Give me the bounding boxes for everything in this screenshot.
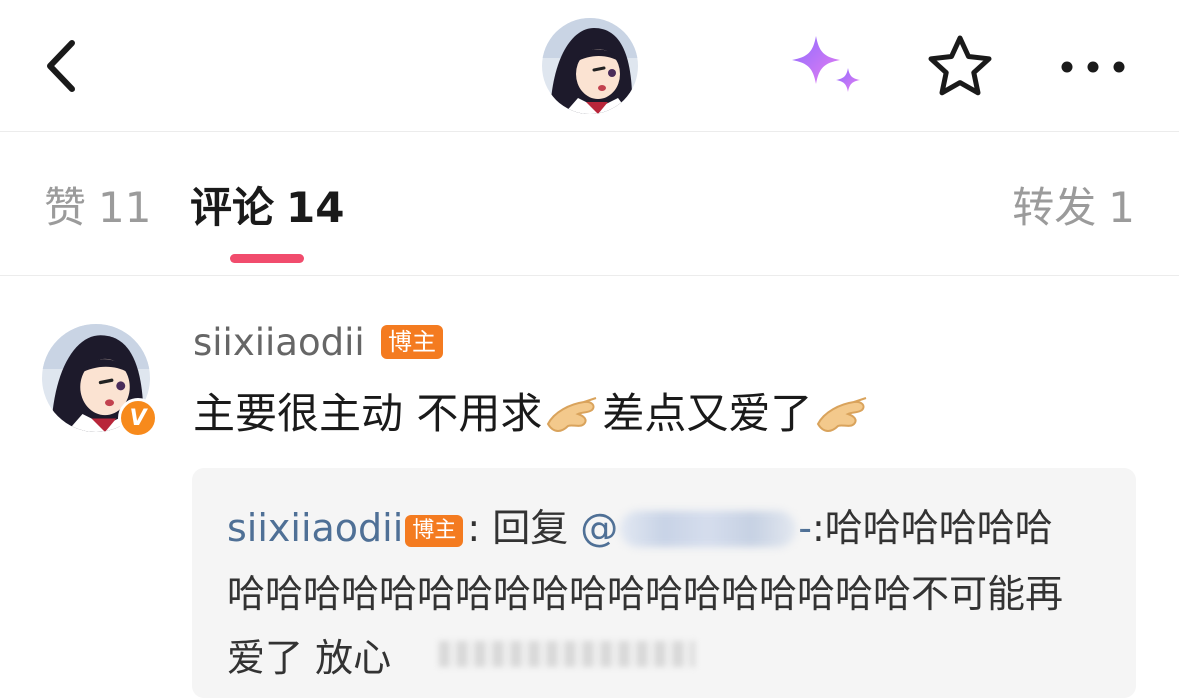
interaction-tabs: 赞 11 评论 14 转发 1 xyxy=(0,132,1179,276)
reply-username[interactable]: siixiiaodii xyxy=(227,506,403,550)
tab-reposts-count: 1 xyxy=(1108,183,1135,232)
anime-avatar-image xyxy=(542,18,638,114)
pinching-hand-icon xyxy=(814,394,870,454)
tab-reposts[interactable]: 转发 1 xyxy=(1012,180,1135,236)
tab-likes-label: 赞 xyxy=(44,183,87,232)
reply-text-line3: 爱了 放心 xyxy=(227,636,392,680)
blogger-badge: 博主 xyxy=(381,325,443,359)
reply-prefix: : 回复 xyxy=(467,506,581,550)
star-icon xyxy=(928,35,992,96)
tab-reposts-label: 转发 xyxy=(1012,183,1097,232)
reply-line-1: siixiiaodii 博主: 回复 @ -:哈哈哈哈哈哈 xyxy=(227,496,1053,560)
reply-blogger-badge: 博主 xyxy=(405,515,464,547)
tab-likes-count: 11 xyxy=(98,183,152,232)
comment-text-part2: 差点又爱了 xyxy=(602,389,813,438)
back-button[interactable] xyxy=(38,35,88,97)
more-options-button[interactable] xyxy=(1058,50,1128,84)
pinching-hand-icon xyxy=(544,394,600,454)
favorite-button[interactable] xyxy=(926,34,994,98)
mention-at[interactable]: @ xyxy=(580,506,618,550)
blurred-inline-image xyxy=(439,641,696,667)
tab-comments-label: 评论 xyxy=(190,183,275,232)
verified-badge: V xyxy=(118,398,158,438)
tab-likes[interactable]: 赞 11 xyxy=(44,180,151,236)
poster-avatar[interactable] xyxy=(542,18,638,114)
comment-text-part1: 主要很主动 不用求 xyxy=(193,389,543,438)
reply-line-3: 爱了 放心 xyxy=(227,626,696,690)
active-tab-indicator xyxy=(230,254,304,263)
reply-text-line1: :哈哈哈哈哈哈 xyxy=(812,506,1053,550)
reply-line-2: 哈哈哈哈哈哈哈哈哈哈哈哈哈哈哈哈哈哈不可能再 xyxy=(227,572,1064,616)
blurred-mention-name xyxy=(620,511,797,547)
top-nav-bar xyxy=(0,0,1179,132)
mention-suffix: - xyxy=(798,506,812,550)
sparkle-icon xyxy=(792,36,860,92)
chevron-left-icon xyxy=(47,40,75,92)
tab-comments[interactable]: 评论 14 xyxy=(190,180,344,236)
reply-preview-box[interactable]: siixiiaodii 博主: 回复 @ -:哈哈哈哈哈哈 哈哈哈哈哈哈哈哈哈哈哈哈… xyxy=(192,468,1136,698)
comment-text: 主要很主动 不用求 差点又爱了 xyxy=(193,384,872,454)
comment-username[interactable]: siixiiaodii xyxy=(193,318,365,368)
more-dots-icon xyxy=(1061,61,1125,73)
tab-comments-count: 14 xyxy=(286,183,345,232)
ai-sparkle-button[interactable] xyxy=(788,34,868,100)
commenter-avatar[interactable]: V xyxy=(42,324,158,438)
